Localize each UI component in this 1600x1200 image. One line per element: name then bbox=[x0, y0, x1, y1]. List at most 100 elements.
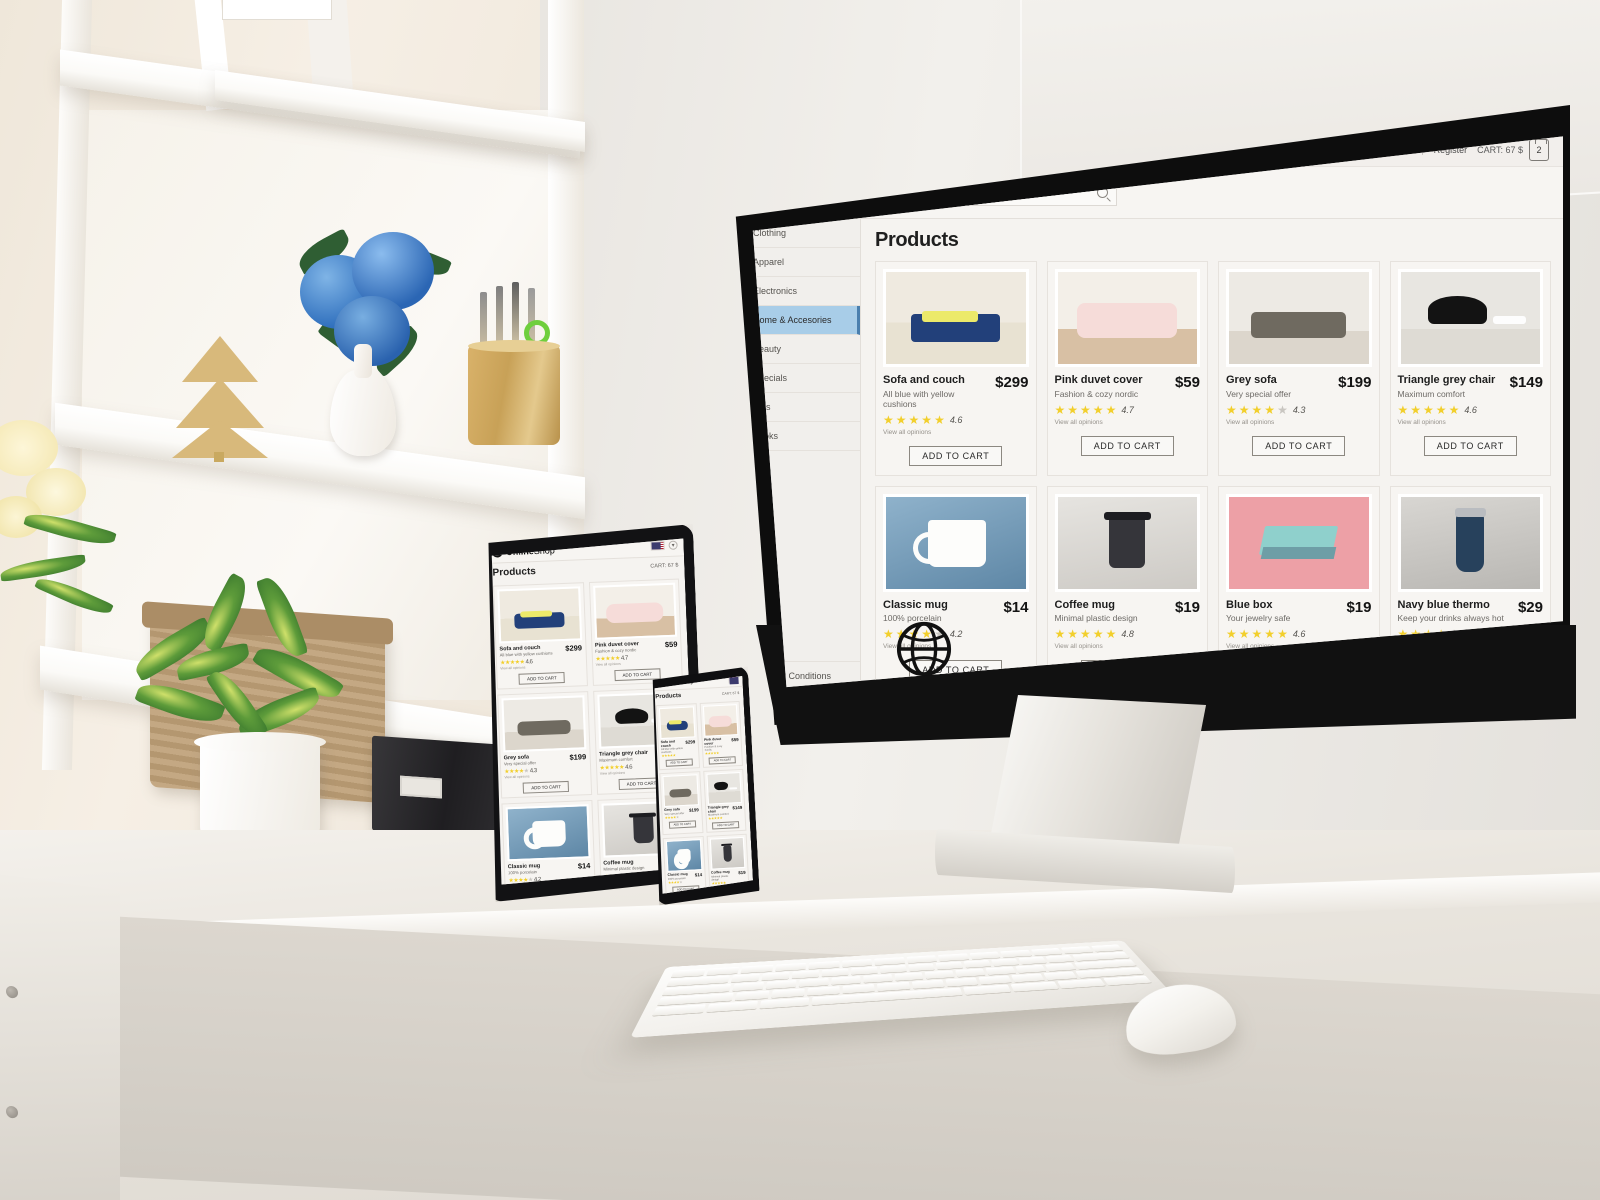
keyboard-key[interactable] bbox=[791, 970, 819, 979]
keyboard-key[interactable] bbox=[759, 997, 810, 1009]
star-icon: ★ bbox=[1448, 402, 1460, 417]
keyboard-key[interactable] bbox=[841, 958, 873, 968]
keyboard-key[interactable] bbox=[969, 951, 1001, 960]
keyboard-key[interactable] bbox=[944, 977, 978, 987]
product-card[interactable]: Pink duvet cover Fashion & cozy nordic $… bbox=[699, 701, 743, 768]
add-to-cart-button[interactable]: ADD TO CART bbox=[1252, 435, 1346, 456]
keyboard-key[interactable] bbox=[1057, 978, 1106, 989]
keyboard-key[interactable] bbox=[935, 961, 964, 970]
phone-screen: OnlineShop Products CART: 67 $ Sofa and … bbox=[650, 673, 753, 899]
product-card[interactable]: Pink duvet cover Fashion & cozy nordic $… bbox=[1046, 261, 1208, 476]
add-to-cart-button[interactable]: ADD TO CART bbox=[909, 445, 1003, 466]
shopping-bag-icon[interactable]: 2 bbox=[1529, 136, 1549, 161]
add-to-cart-button[interactable]: ADD TO CART bbox=[523, 781, 569, 794]
keyboard-key[interactable] bbox=[1045, 954, 1074, 963]
product-name: Classic mug bbox=[883, 598, 948, 611]
product-card[interactable]: Sofa and couch All blue with yellow cush… bbox=[875, 261, 1037, 476]
keyboard-key[interactable] bbox=[877, 981, 910, 992]
sidebar-item-electronics[interactable]: Electronics bbox=[752, 277, 860, 306]
keyboard-key[interactable] bbox=[761, 971, 790, 981]
keyboard-key[interactable] bbox=[740, 964, 774, 974]
chevron-down-icon[interactable]: ▼ bbox=[668, 541, 677, 550]
keyboard-key[interactable] bbox=[1010, 973, 1045, 983]
keyboard-key[interactable] bbox=[924, 970, 955, 979]
picture-frame bbox=[222, 0, 332, 20]
product-card[interactable]: Grey sofa Very special offer $199 ★★★★★ … bbox=[497, 691, 591, 798]
view-all-opinions-link[interactable]: View all opinions bbox=[1055, 419, 1201, 426]
star-icon: ★ bbox=[934, 412, 945, 427]
tablet-cart-label[interactable]: CART: 67 $ bbox=[650, 563, 678, 570]
keyboard-key[interactable] bbox=[1010, 981, 1059, 992]
keyboard-key[interactable] bbox=[652, 1004, 707, 1016]
add-to-cart-button[interactable]: ADD TO CART bbox=[665, 759, 693, 767]
product-rating: ★★★★★ 4.6 bbox=[1226, 628, 1372, 640]
view-all-opinions-link[interactable]: View all opinions bbox=[883, 429, 1029, 436]
keyboard-key[interactable] bbox=[807, 986, 841, 996]
view-all-opinions-link[interactable]: View all opinions bbox=[1226, 419, 1372, 426]
keyboard-key[interactable] bbox=[735, 990, 770, 1001]
star-icon: ★ bbox=[1238, 627, 1250, 642]
keyboard-key[interactable] bbox=[1044, 962, 1076, 972]
keyboard-key[interactable] bbox=[999, 949, 1032, 958]
star-icon: ★ bbox=[1226, 627, 1237, 642]
keyboard-key[interactable] bbox=[1015, 964, 1046, 974]
product-card[interactable]: Triangle grey chair Maximum comfort $149… bbox=[703, 769, 747, 833]
add-to-cart-button[interactable]: ADD TO CART bbox=[709, 756, 737, 764]
keyboard-key[interactable] bbox=[991, 958, 1020, 967]
product-card[interactable]: Grey sofa Very special offer $199 ★★★★★ … bbox=[659, 771, 703, 835]
keyboard-key[interactable] bbox=[821, 968, 849, 977]
keyboard-key[interactable] bbox=[843, 983, 876, 994]
keyboard-key[interactable] bbox=[798, 977, 829, 988]
add-to-cart-button[interactable]: ADD TO CART bbox=[519, 672, 565, 685]
keyboard-key[interactable] bbox=[1030, 947, 1063, 956]
keyboard-key[interactable] bbox=[907, 963, 935, 972]
keyboard-key[interactable] bbox=[670, 968, 706, 978]
keyboard-key[interactable] bbox=[1043, 971, 1077, 981]
keyboard-key[interactable] bbox=[732, 981, 765, 992]
keyboard-key[interactable] bbox=[962, 984, 1011, 996]
cart-total-label: CART: 67 $ bbox=[1477, 144, 1523, 155]
keyboard-key[interactable] bbox=[879, 964, 907, 974]
us-flag-icon[interactable] bbox=[650, 541, 664, 551]
keyboard-key[interactable] bbox=[808, 960, 840, 970]
keyboard-key[interactable] bbox=[937, 953, 969, 962]
keyboard-key[interactable] bbox=[894, 972, 924, 981]
keyboard-key[interactable] bbox=[771, 988, 806, 999]
product-card[interactable]: Grey sofa Very special offer $199 ★★★★★ … bbox=[1218, 261, 1380, 476]
star-icon: ★ bbox=[1397, 402, 1409, 417]
keyboard-key[interactable] bbox=[985, 966, 1016, 976]
view-all-opinions-link[interactable]: View all opinions bbox=[1398, 419, 1544, 426]
sidebar-item-home-accesories[interactable]: Home & Accesories bbox=[752, 306, 860, 335]
keyboard-key[interactable] bbox=[1090, 944, 1123, 952]
keyboard-key[interactable] bbox=[765, 979, 797, 990]
add-to-cart-button[interactable]: ADD TO CART bbox=[712, 821, 740, 829]
keyboard-key[interactable] bbox=[911, 979, 945, 989]
product-description: Keep your drinks always hot bbox=[1397, 613, 1504, 624]
keyboard-key[interactable] bbox=[955, 968, 986, 977]
product-image bbox=[662, 774, 698, 807]
sidebar-item-apparel[interactable]: Apparel bbox=[752, 248, 860, 277]
view-all-opinions-link[interactable]: View all opinions bbox=[1055, 643, 1201, 650]
product-price: $14 bbox=[694, 872, 703, 878]
keyboard-key[interactable] bbox=[774, 962, 807, 972]
product-card[interactable]: Sofa and couch All blue with yellow cush… bbox=[656, 703, 700, 770]
keyboard-key[interactable] bbox=[862, 974, 893, 983]
add-to-cart-button[interactable]: ADD TO CART bbox=[668, 820, 696, 828]
keyboard-key[interactable] bbox=[977, 975, 1012, 985]
keyboard-key[interactable] bbox=[963, 959, 992, 968]
product-card[interactable]: Triangle grey chair Maximum comfort $149… bbox=[1389, 261, 1551, 476]
keyboard-key[interactable] bbox=[705, 966, 740, 976]
keyboard-key[interactable] bbox=[831, 976, 861, 985]
keyboard-key[interactable] bbox=[1060, 946, 1093, 954]
keyboard-key[interactable] bbox=[874, 957, 905, 966]
product-card[interactable]: Sofa and couch All blue with yellow cush… bbox=[493, 582, 587, 689]
add-to-cart-button[interactable]: ADD TO CART bbox=[1423, 435, 1517, 456]
keyboard-key[interactable] bbox=[1102, 975, 1152, 986]
keyboard-key[interactable] bbox=[850, 966, 878, 975]
add-to-cart-button[interactable]: ADD TO CART bbox=[1080, 435, 1174, 456]
keyboard-key[interactable] bbox=[906, 955, 937, 964]
keyboard-key[interactable] bbox=[731, 973, 761, 983]
keyboard-key[interactable] bbox=[706, 1000, 759, 1013]
phone-cart-label[interactable]: CART: 67 $ bbox=[722, 690, 739, 695]
keyboard-key[interactable] bbox=[1018, 956, 1047, 965]
